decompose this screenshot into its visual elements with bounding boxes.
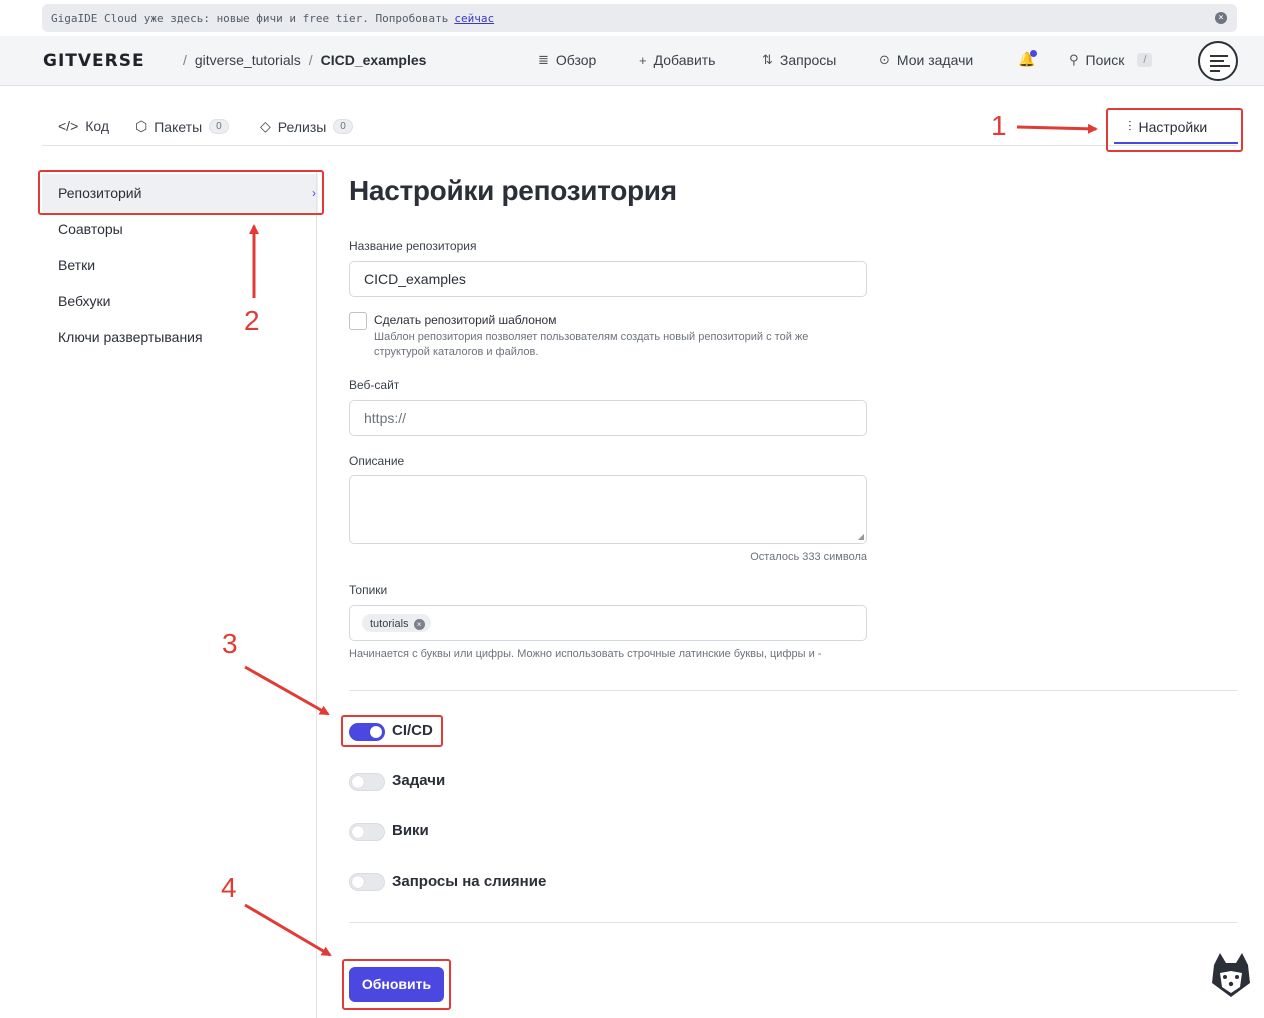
description-label: Описание (349, 454, 405, 468)
tab-code-label: Код (85, 118, 110, 134)
topics-label: Топики (349, 583, 388, 597)
merge-requests-toggle-label: Запросы на слияние (392, 873, 547, 890)
nav-requests-label: Запросы (779, 52, 837, 68)
breadcrumb-separator: / (183, 52, 187, 68)
annotation-number-1: 1 (991, 110, 1007, 141)
annotation-number-2: 2 (244, 305, 260, 336)
website-input[interactable]: https:// (349, 400, 867, 436)
template-checkbox[interactable] (349, 312, 367, 330)
mascot-icon[interactable] (1208, 951, 1254, 999)
sidebar-item-collaborators[interactable]: Соавторы (58, 221, 123, 237)
template-checkbox-label: Сделать репозиторий шаблоном (374, 313, 557, 327)
merge-requests-toggle[interactable] (349, 873, 385, 891)
annotation-number-3: 3 (222, 628, 238, 659)
nav-add-label: Добавить (653, 52, 716, 68)
nav-my-tasks-label: Мои задачи (896, 52, 974, 68)
description-counter: Осталось 333 символа (750, 551, 867, 563)
template-hint: Шаблон репозитория позволяет пользовател… (374, 331, 809, 358)
nav-add[interactable]: + Добавить (639, 52, 715, 68)
arrow-to-update (244, 903, 332, 957)
tag-icon: ◇ (260, 118, 271, 134)
overview-icon: ≣ (538, 52, 549, 67)
sidebar-divider (316, 170, 317, 1018)
annotation-box-update (342, 959, 451, 1010)
code-icon: </> (58, 118, 79, 134)
tab-releases[interactable]: ◇ Релизы 0 (260, 118, 353, 135)
issues-icon: ⊙ (879, 52, 890, 67)
nav-overview-label: Обзор (555, 52, 597, 68)
package-icon: ⬡ (135, 118, 148, 134)
annotation-box-settings (1106, 108, 1243, 152)
packages-count: 0 (209, 119, 229, 134)
announcement-banner: GigaIDE Cloud уже здесь: новые фичи и fr… (42, 4, 1237, 32)
resize-handle-icon[interactable]: ◢ (858, 532, 864, 541)
issues-toggle[interactable] (349, 773, 385, 791)
annotation-box-repository (38, 170, 324, 215)
breadcrumb-separator: / (308, 52, 313, 68)
topic-chip-label: tutorials (370, 618, 409, 630)
sidebar-item-deploy-keys[interactable]: Ключи развертывания (58, 329, 203, 345)
sidebar-item-branches[interactable]: Ветки (58, 257, 95, 273)
tab-releases-label: Релизы (277, 118, 327, 135)
notification-dot (1030, 50, 1037, 57)
wiki-toggle[interactable] (349, 823, 385, 841)
tab-code[interactable]: </> Код (58, 118, 109, 134)
annotation-number-4: 4 (221, 872, 237, 903)
nav-my-tasks[interactable]: ⊙ Мои задачи (879, 52, 973, 68)
pull-request-icon: ⇅ (762, 52, 773, 67)
section-divider (349, 922, 1237, 923)
sidebar-item-webhooks[interactable]: Вебхуки (58, 293, 110, 309)
search-icon: ⚲ (1069, 52, 1079, 67)
tab-packages[interactable]: ⬡ Пакеты 0 (135, 118, 229, 135)
close-icon[interactable]: × (1215, 12, 1227, 24)
description-textarea[interactable]: ◢ (349, 475, 867, 544)
banner-link[interactable]: сейчас (454, 12, 494, 25)
top-header: GITVERSE / gitverse_tutorials / CICD_exa… (0, 36, 1264, 86)
breadcrumb-repo[interactable]: CICD_examples (321, 52, 427, 68)
breadcrumb-owner[interactable]: gitverse_tutorials (195, 52, 301, 68)
breadcrumb: / gitverse_tutorials / CICD_examples (183, 52, 426, 68)
avatar[interactable] (1198, 41, 1238, 81)
search-shortcut: / (1137, 53, 1153, 67)
releases-count: 0 (333, 119, 353, 134)
nav-requests[interactable]: ⇅ Запросы (762, 52, 836, 68)
issues-toggle-label: Задачи (392, 772, 446, 789)
section-divider (349, 690, 1237, 691)
search-button[interactable]: ⚲ Поиск / (1069, 52, 1153, 68)
repo-name-label: Название репозитория (349, 239, 477, 253)
wiki-toggle-label: Вики (392, 822, 429, 839)
gitverse-logo[interactable]: GITVERSE (43, 51, 145, 71)
banner-text: GigaIDE Cloud уже здесь: новые фичи и fr… (51, 11, 449, 25)
plus-icon: + (639, 52, 647, 68)
topics-hint: Начинается с буквы или цифры. Можно испо… (349, 648, 822, 660)
repo-name-input[interactable]: CICD_examples (349, 261, 867, 297)
website-label: Веб-сайт (349, 378, 400, 392)
tab-packages-label: Пакеты (154, 118, 203, 135)
annotation-box-cicd (341, 715, 443, 747)
search-label: Поиск (1085, 52, 1125, 68)
repo-tabs: </> Код ⬡ Пакеты 0 ◇ Релизы 0 ⫶ Настройк… (42, 108, 1238, 146)
remove-topic-icon[interactable]: × (413, 618, 425, 630)
page-title: Настройки репозитория (349, 175, 677, 206)
topic-chip: tutorials × (362, 614, 431, 632)
nav-overview[interactable]: ≣ Обзор (538, 52, 596, 68)
